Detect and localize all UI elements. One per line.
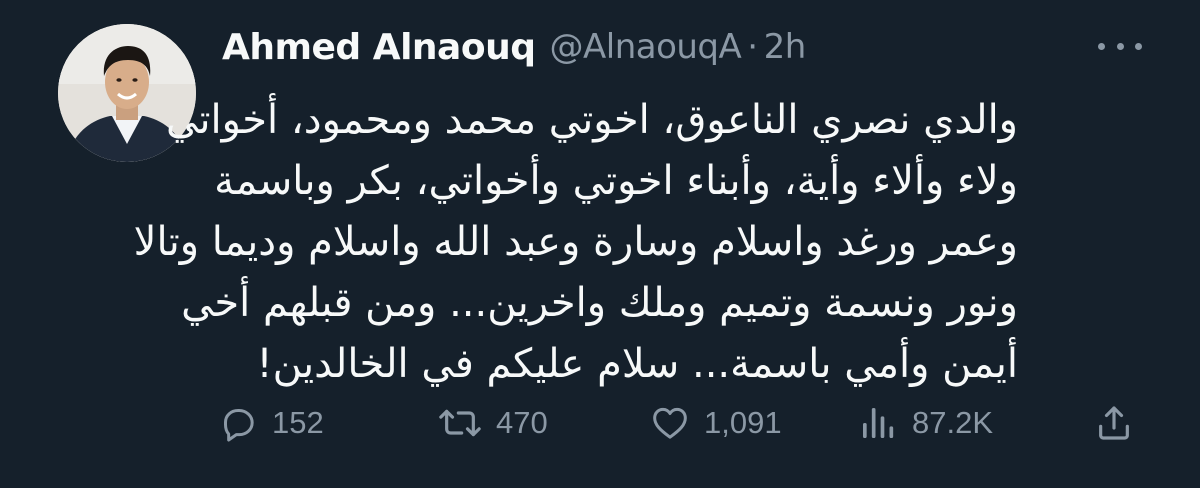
reply-button[interactable]: 152 (218, 396, 324, 450)
tweet-text-line: أيمن وأمي باسمة... سلام عليكم في الخالدي… (256, 341, 1018, 387)
reply-count: 152 (272, 405, 324, 440)
tweet-header: Ahmed Alnaouq @AlnaouqA · 2h (222, 22, 806, 72)
tweet-text-line: ولاء وألاء وأية، وأبناء اخوتي وأخواتي، ب… (214, 158, 1018, 204)
dot-icon (1135, 42, 1142, 50)
tweet-text-line: والدي نصري الناعوق، اخوتي محمد ومحمود، أ… (166, 97, 1018, 143)
user-handle[interactable]: @AlnaouqA (549, 27, 741, 67)
separator-dot: · (747, 27, 758, 67)
retweet-icon (439, 409, 481, 437)
timestamp[interactable]: 2h (764, 27, 807, 67)
views-button[interactable]: 87.2K (858, 396, 993, 450)
views-count: 87.2K (912, 405, 994, 440)
dot-icon (1116, 42, 1124, 50)
like-count: 1,091 (704, 405, 782, 440)
action-bar: 152 470 1,091 87.2K (218, 396, 1142, 450)
share-icon (1099, 406, 1129, 440)
retweet-button[interactable]: 470 (438, 396, 548, 450)
share-button[interactable] (1094, 396, 1134, 450)
tweet-text-line: ونور ونسمة وتميم وملك واخرين... ومن قبله… (181, 280, 1018, 326)
display-name[interactable]: Ahmed Alnaouq (222, 27, 536, 68)
retweet-count: 470 (496, 405, 548, 440)
views-icon (863, 408, 894, 438)
dot-icon (1098, 42, 1105, 50)
like-icon (653, 407, 687, 439)
tweet-text: والدي نصري الناعوق، اخوتي محمد ومحمود، أ… (133, 90, 1018, 395)
reply-icon (224, 409, 254, 442)
tweet-text-line: وعمر ورغد واسلام وسارة وعبد الله واسلام … (133, 219, 1018, 265)
like-button[interactable]: 1,091 (650, 396, 782, 450)
more-options-icon[interactable] (1098, 36, 1142, 56)
tweet-card[interactable]: Ahmed Alnaouq @AlnaouqA · 2h والدي نصري … (0, 0, 1200, 488)
